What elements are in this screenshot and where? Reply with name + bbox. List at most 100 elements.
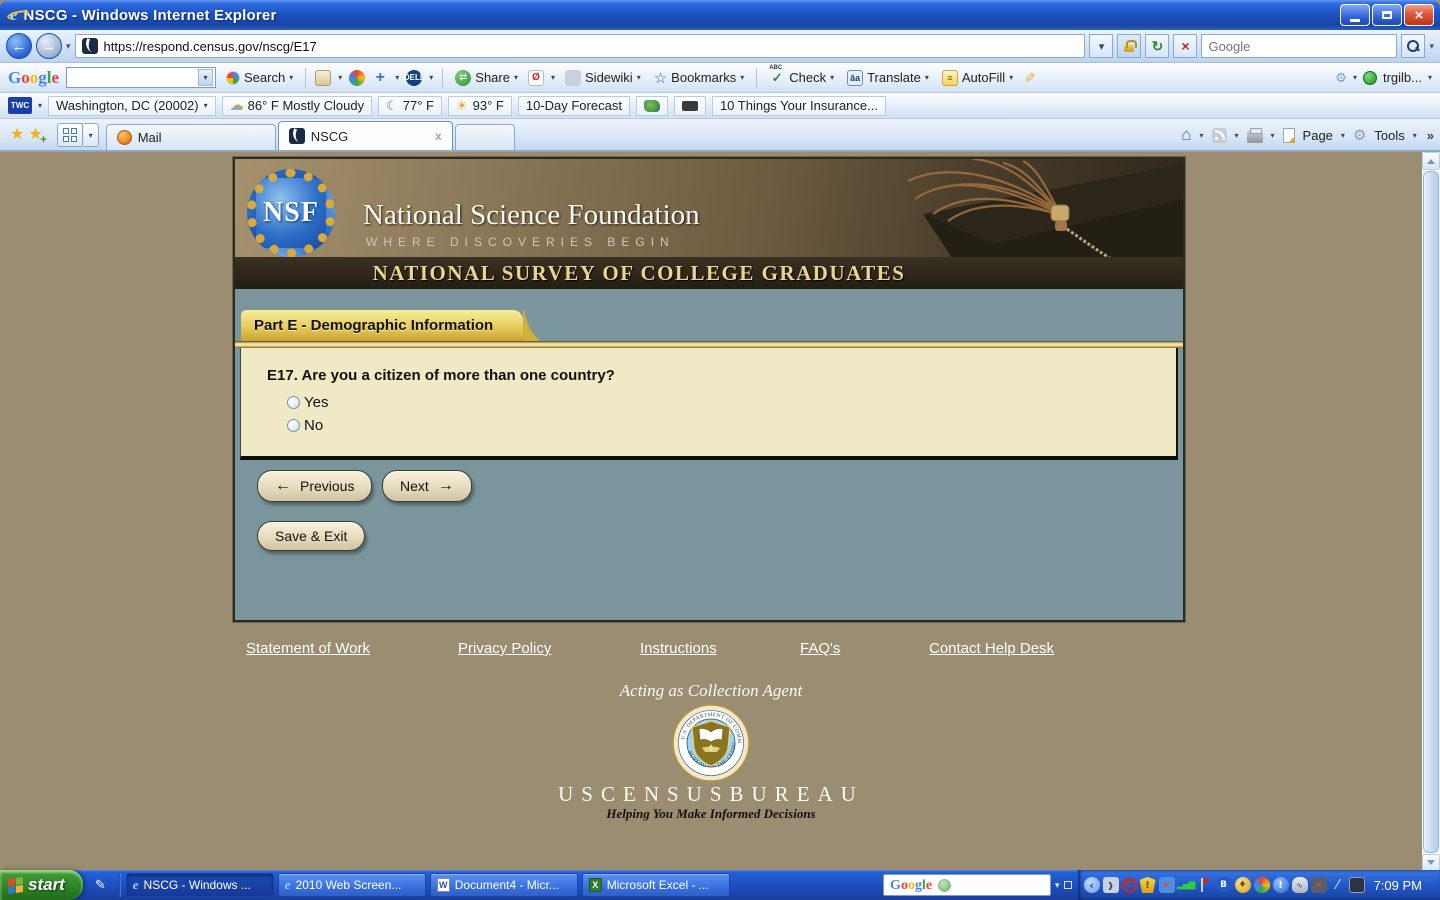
quick-launch-pen-icon[interactable]: ✎ bbox=[95, 877, 106, 893]
link-instructions[interactable]: Instructions bbox=[640, 640, 717, 657]
quick-tabs-icon[interactable] bbox=[57, 123, 83, 147]
tools-gear-icon[interactable]: ⚙ bbox=[1353, 126, 1366, 144]
start-button[interactable]: start bbox=[0, 870, 83, 900]
supervision-icon[interactable]: C bbox=[1122, 878, 1137, 893]
highlighter-icon[interactable]: ✎ bbox=[1021, 72, 1038, 84]
tab-nscg[interactable]: NSCG x bbox=[278, 121, 453, 150]
option-yes[interactable]: Yes bbox=[287, 394, 1176, 411]
option-no[interactable]: No bbox=[287, 417, 1176, 434]
address-dropdown[interactable]: ▾ bbox=[1089, 34, 1113, 58]
back-button[interactable]: ← bbox=[6, 33, 32, 59]
remote-session-icon[interactable]: ❱ bbox=[1103, 877, 1119, 893]
search-go-button[interactable] bbox=[1401, 34, 1425, 58]
tab-mail[interactable]: Mail bbox=[106, 124, 276, 150]
task-nscg[interactable]: e NSCG - Windows ... bbox=[126, 873, 274, 897]
add-dropdown[interactable]: ▾ bbox=[395, 73, 399, 82]
forecast-link[interactable]: 10-Day Forecast bbox=[518, 96, 630, 116]
address-field[interactable] bbox=[75, 34, 1086, 58]
twc-logo[interactable]: TWC bbox=[8, 97, 32, 114]
link-faqs[interactable]: FAQ's bbox=[800, 640, 840, 657]
bluetooth-icon[interactable]: B bbox=[1216, 877, 1232, 893]
deskbar-minimize[interactable] bbox=[1064, 881, 1072, 889]
search-box[interactable] bbox=[1201, 34, 1397, 58]
toolbar-search-dropdown[interactable]: ▾ bbox=[198, 69, 213, 86]
google-deskbar[interactable]: Google bbox=[883, 874, 1051, 896]
page-menu[interactable]: Page bbox=[1303, 128, 1333, 143]
twc-dropdown[interactable]: ▾ bbox=[38, 101, 42, 110]
vertical-scrollbar[interactable] bbox=[1422, 152, 1440, 872]
share-button[interactable]: ⇄ Share▾ bbox=[452, 68, 521, 88]
tab-list-dropdown[interactable]: ▾ bbox=[84, 123, 99, 147]
news-icon[interactable] bbox=[315, 70, 331, 86]
notifier-bell-icon[interactable]: ♦ bbox=[1235, 877, 1251, 893]
restore-button[interactable] bbox=[1372, 4, 1402, 26]
link-statement-of-work[interactable]: Statement of Work bbox=[246, 640, 370, 657]
stop-button[interactable]: × bbox=[1173, 34, 1197, 58]
tray-collapse-icon[interactable]: ‹ bbox=[1084, 877, 1100, 893]
weather-current[interactable]: ☁ 86° F Mostly Cloudy bbox=[222, 96, 372, 116]
search-input[interactable] bbox=[1208, 39, 1390, 54]
settings-dropdown[interactable]: ▾ bbox=[1353, 73, 1357, 82]
news-dropdown[interactable]: ▾ bbox=[338, 73, 342, 82]
radio-no[interactable] bbox=[287, 419, 300, 432]
google-updater-icon[interactable] bbox=[1254, 877, 1270, 893]
scrollbar-thumb[interactable] bbox=[1423, 171, 1439, 853]
home-dropdown[interactable]: ▾ bbox=[1200, 131, 1204, 140]
refresh-button[interactable]: ↻ bbox=[1145, 34, 1169, 58]
autofill-button[interactable]: ≡ AutoFill▾ bbox=[939, 68, 1016, 88]
popup-blocker-icon[interactable]: Ø bbox=[528, 70, 544, 86]
weather-map-button[interactable] bbox=[636, 96, 668, 116]
toolbar-search-input[interactable]: ▾ bbox=[66, 67, 216, 88]
network-error-icon[interactable]: × bbox=[1159, 877, 1175, 893]
signal-strength-icon[interactable]: ▂▄▆ bbox=[1178, 877, 1194, 893]
tab-close-icon[interactable]: x bbox=[435, 129, 442, 143]
close-button[interactable]: × bbox=[1404, 4, 1434, 26]
update-warning-icon[interactable]: ! bbox=[1273, 877, 1289, 893]
dell-icon[interactable]: DELL bbox=[406, 70, 422, 86]
task-web-screen[interactable]: e 2010 Web Screen... bbox=[278, 873, 426, 897]
link-privacy-policy[interactable]: Privacy Policy bbox=[458, 640, 551, 657]
print-icon[interactable] bbox=[1247, 131, 1263, 143]
radio-yes[interactable] bbox=[287, 396, 300, 409]
popup-dropdown[interactable]: ▾ bbox=[551, 73, 555, 82]
home-icon[interactable]: ⌂ bbox=[1181, 125, 1191, 145]
stylus-icon[interactable]: ⁄ bbox=[1330, 877, 1346, 893]
previous-button[interactable]: ← Previous bbox=[257, 470, 372, 502]
tools-menu[interactable]: Tools bbox=[1374, 128, 1404, 143]
favorites-star-icon[interactable]: ★ bbox=[10, 124, 24, 144]
security-lock-icon[interactable] bbox=[1117, 34, 1141, 58]
dell-dropdown[interactable]: ▾ bbox=[429, 73, 433, 82]
weather-headline[interactable]: 10 Things Your Insurance... bbox=[712, 96, 886, 116]
save-exit-button[interactable]: Save & Exit bbox=[257, 521, 365, 551]
bookmarks-button[interactable]: ☆ Bookmarks▾ bbox=[651, 67, 748, 89]
next-button[interactable]: Next → bbox=[382, 470, 472, 502]
page-icon[interactable] bbox=[1283, 128, 1295, 143]
swirl-icon[interactable] bbox=[349, 70, 365, 86]
wrench-icon[interactable]: ⚙ bbox=[1335, 70, 1347, 86]
translate-button[interactable]: âa Translate▾ bbox=[844, 68, 932, 88]
print-error-icon[interactable]: × bbox=[1311, 877, 1327, 893]
display-icon[interactable] bbox=[1349, 877, 1365, 893]
task-word-document[interactable]: W Document4 - Micr... bbox=[430, 873, 578, 897]
security-shield-icon[interactable]: ! bbox=[1140, 877, 1156, 893]
url-input[interactable] bbox=[104, 39, 1079, 54]
scroll-up-button[interactable] bbox=[1422, 152, 1440, 170]
sidewiki-button[interactable]: Sidewiki▾ bbox=[562, 68, 644, 88]
print-dropdown[interactable]: ▾ bbox=[1271, 131, 1275, 140]
add-icon[interactable]: + bbox=[372, 70, 388, 86]
minimize-button[interactable] bbox=[1340, 4, 1370, 26]
weather-high[interactable]: ☀ 93° F bbox=[448, 96, 512, 116]
check-button[interactable]: ✓ Check▾ bbox=[766, 68, 837, 88]
weather-video-button[interactable] bbox=[674, 96, 706, 116]
weather-low[interactable]: ☾ 77° F bbox=[378, 96, 442, 116]
toolbar-overflow-chevron[interactable]: » bbox=[1427, 128, 1434, 143]
link-contact-help-desk[interactable]: Contact Help Desk bbox=[929, 640, 1054, 657]
forward-button[interactable]: → bbox=[36, 33, 62, 59]
history-dropdown[interactable]: ▾ bbox=[66, 41, 71, 52]
weather-flag-icon[interactable] bbox=[1197, 877, 1213, 893]
task-excel[interactable]: X Microsoft Excel - ... bbox=[582, 873, 730, 897]
deskbar-dropdown[interactable]: ▾ bbox=[1055, 880, 1060, 891]
search-provider-dropdown[interactable]: ▾ bbox=[1429, 41, 1434, 52]
mouse-icon[interactable]: ∿ bbox=[1292, 877, 1308, 893]
account-label[interactable]: trgilb... bbox=[1383, 70, 1422, 85]
